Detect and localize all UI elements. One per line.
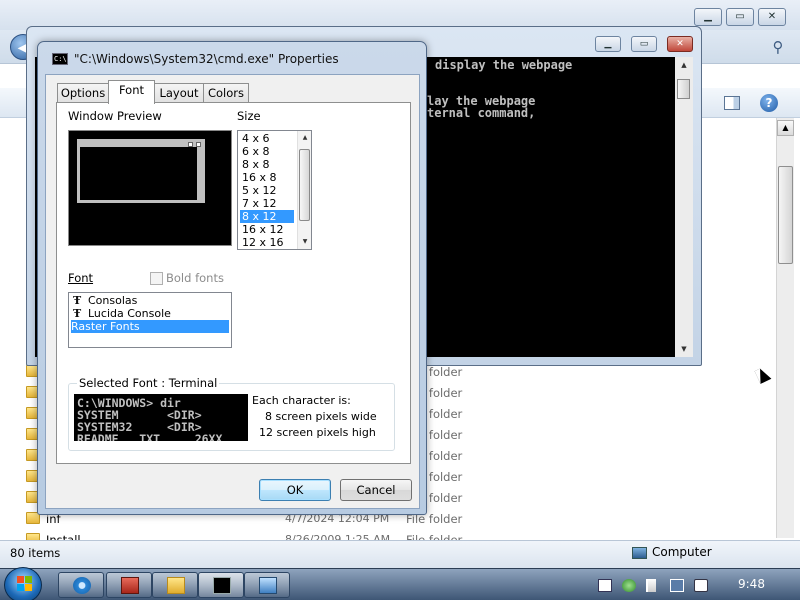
taskbar-explorer[interactable]	[152, 572, 198, 598]
font-listbox[interactable]: Ŧ Consolas Ŧ Lucida Console Raster Fonts	[68, 292, 232, 348]
taskbar-internet-explorer[interactable]	[58, 572, 104, 598]
windows-logo-icon	[17, 576, 33, 592]
size-option[interactable]: 8 x 8	[240, 158, 294, 171]
size-option[interactable]: 6 x 8	[240, 145, 294, 158]
font-option[interactable]: Ŧ Consolas	[71, 294, 229, 307]
scroll-up-icon[interactable]: ▲	[676, 58, 692, 72]
bold-fonts-checkbox[interactable]	[150, 272, 163, 285]
console-line: ternal command,	[427, 106, 536, 120]
close-icon[interactable]: ✕	[667, 36, 693, 52]
dialog-body: Options Font Layout Colors Window Previe…	[45, 74, 420, 509]
explorer-scrollbar[interactable]: ▲	[776, 118, 794, 538]
char-height: 12 screen pixels high	[259, 426, 376, 439]
maximize-icon[interactable]: ▭	[631, 36, 657, 52]
font-label-text: Font	[68, 271, 94, 285]
volume-muted-icon[interactable]	[694, 579, 708, 592]
console-line: display the webpage	[435, 58, 573, 72]
font-option-label: Consolas	[88, 294, 138, 307]
minimize-icon[interactable]: ▁	[595, 36, 621, 52]
font-option[interactable]: Raster Fonts	[71, 320, 229, 333]
taskbar: 9:48	[0, 567, 800, 600]
search-icon[interactable]: ⚲	[768, 38, 788, 58]
dialog-title: "C:\Windows\System32\cmd.exe" Properties	[74, 52, 339, 66]
window-preview-label: Window Preview	[68, 109, 162, 123]
preview-pane-icon[interactable]	[724, 96, 740, 110]
toolbox-icon	[121, 577, 139, 594]
scroll-up-icon[interactable]: ▲	[299, 132, 311, 144]
internet-explorer-icon	[73, 577, 91, 594]
scroll-thumb[interactable]	[677, 79, 690, 99]
each-char-label: Each character is:	[252, 394, 351, 407]
size-listbox[interactable]: ▲ ▼ 4 x 66 x 88 x 8 16 x 85 x 12 7 x 12 8 x…	[237, 130, 312, 250]
scroll-thumb[interactable]	[299, 149, 310, 221]
sample-line: README TXT 26XX	[77, 432, 223, 441]
monitor-icon	[259, 577, 277, 594]
scroll-thumb[interactable]	[778, 166, 793, 264]
console-scrollbar[interactable]: ▲ ▼	[675, 57, 693, 357]
font-label: Font	[68, 271, 93, 285]
size-scrollbar[interactable]: ▲ ▼	[297, 131, 311, 249]
tab-options[interactable]: Options	[57, 83, 109, 103]
maximize-icon[interactable]: ▭	[726, 8, 754, 26]
size-option[interactable]: 16 x 12	[240, 223, 294, 236]
char-width: 8 screen pixels wide	[265, 410, 377, 423]
tab-font[interactable]: Font	[108, 80, 155, 104]
bold-fonts-label: Bold fonts	[166, 271, 224, 285]
cmd-icon	[213, 577, 231, 594]
truetype-icon: Ŧ	[73, 294, 82, 307]
cmd-icon: C:\	[52, 53, 68, 65]
size-option[interactable]: 7 x 12	[240, 197, 294, 210]
font-option-label: Lucida Console	[88, 307, 171, 320]
computer-icon	[632, 547, 647, 559]
minimize-icon[interactable]: ▁	[694, 8, 722, 26]
preview-scrollbar	[197, 147, 202, 200]
properties-dialog: C:\ "C:\Windows\System32\cmd.exe" Proper…	[37, 41, 427, 515]
help-icon[interactable]: ?	[760, 94, 778, 112]
size-option[interactable]: 12 x 16	[240, 236, 294, 249]
document-icon[interactable]	[598, 579, 612, 592]
close-icon[interactable]: ✕	[758, 8, 786, 26]
tab-layout[interactable]: Layout	[154, 83, 204, 103]
size-option[interactable]: 5 x 12	[240, 184, 294, 197]
ok-button[interactable]: OK	[259, 479, 331, 501]
truetype-icon: Ŧ	[73, 307, 82, 320]
cancel-button[interactable]: Cancel	[340, 479, 412, 501]
clock[interactable]: 9:48	[738, 577, 765, 591]
explorer-window-controls: ▁ ▭ ✕	[694, 8, 794, 28]
scroll-down-icon[interactable]: ▼	[676, 342, 692, 356]
preview-window	[77, 139, 205, 203]
tab-colors[interactable]: Colors	[203, 83, 249, 103]
font-tab-panel: Window Preview Size ▲ ▼ 4 x 66 x 88 x 81…	[56, 102, 411, 464]
start-button[interactable]	[4, 567, 42, 600]
size-label: Size	[237, 109, 261, 123]
font-option-label: Raster Fonts	[71, 320, 140, 333]
selected-font-title: Selected Font : Terminal	[77, 376, 220, 390]
preview-button	[188, 142, 193, 147]
size-option[interactable]: 8 x 12	[240, 210, 294, 223]
flag-icon[interactable]	[646, 579, 656, 592]
item-count: 80 items	[10, 546, 61, 560]
taskbar-toolbox[interactable]	[106, 572, 152, 598]
folder-icon	[167, 577, 185, 594]
scroll-down-icon[interactable]: ▼	[299, 236, 311, 248]
taskbar-cmd[interactable]	[198, 572, 244, 598]
status-location: Computer	[652, 545, 712, 559]
selected-font-group: Selected Font : Terminal C:\WINDOWS> dir…	[68, 376, 395, 451]
security-icon[interactable]	[622, 579, 636, 592]
scroll-up-icon[interactable]: ▲	[777, 120, 794, 136]
network-icon[interactable]	[670, 579, 684, 592]
size-option[interactable]: 16 x 8	[240, 171, 294, 184]
font-sample: C:\WINDOWS> dir SYSTEM <DIR> SYSTEM32 <DIR…	[74, 394, 248, 441]
taskbar-remote-desktop[interactable]	[244, 572, 290, 598]
status-bar: 80 items Computer	[0, 540, 800, 568]
size-option[interactable]: 4 x 6	[240, 132, 294, 145]
window-preview	[68, 130, 232, 246]
preview-titlebar	[80, 142, 202, 147]
font-option[interactable]: Ŧ Lucida Console	[71, 307, 229, 320]
